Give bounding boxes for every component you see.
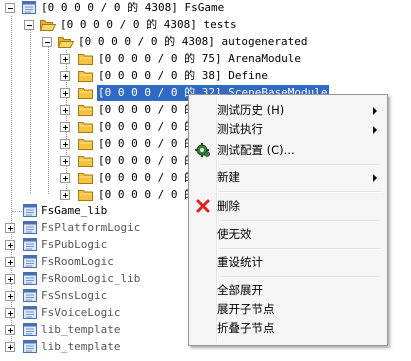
tree-connector xyxy=(48,42,49,194)
expand-toggle[interactable] xyxy=(5,240,15,250)
tree-connector xyxy=(30,25,31,193)
menu-item-new[interactable]: 新建 xyxy=(191,168,383,186)
tree-node-label: FsVoiceLogic xyxy=(41,306,121,319)
expand-toggle[interactable] xyxy=(60,122,70,132)
expand-toggle[interactable] xyxy=(60,173,70,183)
menu-item-label: 测试配置 (C)... xyxy=(217,143,295,157)
folder-icon xyxy=(78,103,94,117)
tree-node-label: FsPlatformLogic xyxy=(41,221,141,234)
menu-separator xyxy=(219,276,381,278)
menu-separator xyxy=(219,191,381,193)
menu-item-expand-all[interactable]: 全部展开 xyxy=(191,281,383,299)
menu-item-test-run[interactable]: 测试执行 xyxy=(191,120,383,138)
folder-open-icon xyxy=(40,18,56,32)
folder-icon xyxy=(78,69,94,83)
tree-connector xyxy=(12,211,22,212)
expand-toggle[interactable] xyxy=(60,71,70,81)
gear-icon xyxy=(195,143,210,157)
tree-node-label: [0 0 0 0 / 0 的 38] Define xyxy=(98,69,268,82)
expand-toggle[interactable] xyxy=(5,325,15,335)
menu-item-test-config[interactable]: 测试配置 (C)... xyxy=(191,141,383,159)
tree-node-label: [0 0 0 0 / 0 的 75] ArenaModule xyxy=(98,52,302,65)
expand-toggle[interactable] xyxy=(60,88,70,98)
menu-separator xyxy=(219,220,381,222)
menu-item-label: 折叠子节点 xyxy=(217,321,275,335)
expand-toggle[interactable] xyxy=(60,190,70,200)
menu-item-reset-stats[interactable]: 重设统计 xyxy=(191,253,383,271)
folder-icon xyxy=(78,86,94,100)
menu-separator xyxy=(219,248,381,250)
project-file-icon xyxy=(21,1,37,15)
project-file-icon xyxy=(22,306,38,320)
collapse-toggle[interactable] xyxy=(5,3,15,13)
expand-toggle[interactable] xyxy=(60,105,70,115)
project-file-icon xyxy=(22,289,38,303)
expand-toggle[interactable] xyxy=(5,291,15,301)
menu-item-label: 删除 xyxy=(217,199,240,213)
expand-toggle[interactable] xyxy=(60,156,70,166)
project-file-icon xyxy=(22,221,38,235)
expand-toggle[interactable] xyxy=(5,274,15,284)
project-file-icon xyxy=(22,255,38,269)
folder-icon xyxy=(78,120,94,134)
collapse-toggle[interactable] xyxy=(24,20,34,30)
menu-separator xyxy=(219,164,381,166)
project-file-icon xyxy=(22,204,38,218)
menu-item-expand-children[interactable]: 展开子节点 xyxy=(191,300,383,318)
tree-node-label: [0 0 0 0 / 0 的 4308] autogenerated xyxy=(78,35,308,48)
folder-icon xyxy=(78,52,94,66)
delete-x-icon xyxy=(196,199,210,213)
folder-icon xyxy=(78,171,94,185)
tree-node-label: [0 0 0 0 / 0 的 4308] FsGame xyxy=(41,1,225,14)
menu-item-label: 重设统计 xyxy=(217,255,263,269)
project-file-icon xyxy=(22,323,38,337)
tree-node-label: FsRoomLogic_lib xyxy=(41,272,141,285)
tree-node-label: lib_template xyxy=(41,323,121,336)
folder-icon xyxy=(78,188,94,202)
submenu-arrow-icon xyxy=(373,107,377,115)
menu-item-label: 使无效 xyxy=(217,227,252,241)
tree-node-label: [0 0 0 0 / 0 的 xyxy=(98,103,196,116)
project-file-icon xyxy=(22,272,38,286)
menu-item-delete[interactable]: 删除 xyxy=(191,197,383,215)
folder-open-icon xyxy=(58,35,74,49)
tree-node-label: [0 0 0 0 / 0 的 xyxy=(98,188,196,201)
project-file-icon xyxy=(22,238,38,252)
menu-item-collapse-children[interactable]: 折叠子节点 xyxy=(191,319,383,337)
tree-node-label: FsPubLogic xyxy=(41,238,108,251)
tree-node-label: [0 0 0 0 / 0 的 xyxy=(98,137,196,150)
submenu-arrow-icon xyxy=(373,174,377,182)
expand-toggle[interactable] xyxy=(5,223,15,233)
menu-item-label: 新建 xyxy=(217,170,240,184)
menu-item-label: 测试历史 (H) xyxy=(217,103,285,117)
menu-item-label: 测试执行 xyxy=(217,122,263,136)
expand-toggle[interactable] xyxy=(60,139,70,149)
expand-toggle[interactable] xyxy=(5,257,15,267)
tree-node-label: FsGame_lib xyxy=(41,204,108,217)
tree-node-label: [0 0 0 0 / 0 的 xyxy=(98,171,196,184)
submenu-arrow-icon xyxy=(373,126,377,134)
menu-item-label: 展开子节点 xyxy=(217,302,275,316)
folder-icon xyxy=(78,137,94,151)
tree-node-label: FsRoomLogic xyxy=(41,255,114,268)
tree-node-label: [0 0 0 0 / 0 的 xyxy=(98,154,196,167)
folder-icon xyxy=(78,154,94,168)
collapse-toggle[interactable] xyxy=(42,37,52,47)
menu-item-test-history[interactable]: 测试历史 (H) xyxy=(191,101,383,119)
menu-item-disable[interactable]: 使无效 xyxy=(191,225,383,243)
expand-toggle[interactable] xyxy=(5,342,15,352)
tree-node-label: FsSnsLogic xyxy=(41,289,108,302)
project-file-icon xyxy=(22,340,38,354)
context-menu: 测试历史 (H) 测试执行 测试配置 (C)... 新建 删除 使无效 重设统计… xyxy=(188,94,388,346)
expand-toggle[interactable] xyxy=(60,54,70,64)
expand-toggle[interactable] xyxy=(5,308,15,318)
tree-node-label: lib_template xyxy=(41,340,121,353)
tree-node-label: [0 0 0 0 / 0 的 4308] tests xyxy=(60,18,237,31)
menu-item-label: 全部展开 xyxy=(217,283,263,297)
tree-node-label: [0 0 0 0 / 0 的 xyxy=(98,120,196,133)
